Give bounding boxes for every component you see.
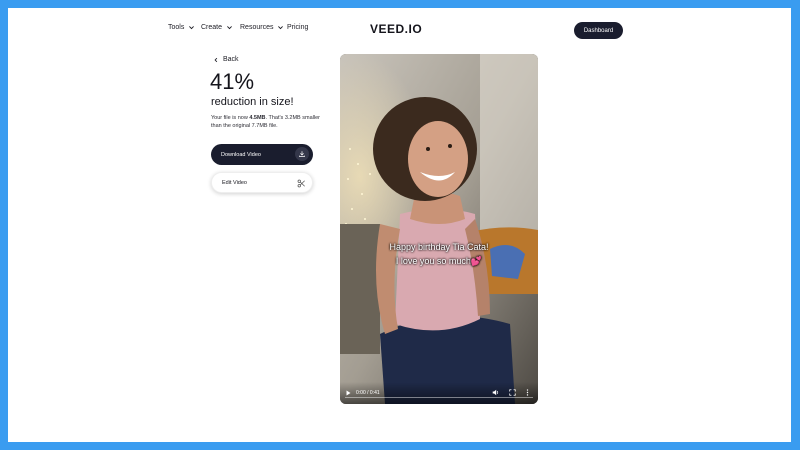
new-size: 4.5MB <box>249 115 266 121</box>
caption-line-2-text: I love you so much <box>395 256 471 266</box>
caption-line-2: I love you so much💕 <box>340 256 538 267</box>
page: Tools Create Resources Pricing VEED.IO D… <box>8 8 791 442</box>
video-progress-track[interactable] <box>345 396 533 398</box>
chevron-down-icon <box>227 26 232 30</box>
reduction-percent: 41% <box>210 69 255 94</box>
nav-resources[interactable]: Resources <box>240 24 284 31</box>
caption-line-1: Happy birthday Tia Cata! <box>389 242 489 252</box>
reduction-subtitle: reduction in size! <box>211 96 294 108</box>
nav-pricing[interactable]: Pricing <box>287 24 308 31</box>
nav-tools[interactable]: Tools <box>168 24 195 31</box>
fullscreen-icon[interactable] <box>509 389 516 396</box>
scissors-icon <box>294 176 308 190</box>
more-vertical-icon[interactable] <box>526 389 529 396</box>
nav-create[interactable]: Create <box>201 24 233 31</box>
nav-tools-label: Tools <box>168 24 185 31</box>
edit-video-label: Edit Video <box>222 179 247 186</box>
video-controls: 0:00 / 0:41 <box>340 382 538 404</box>
volume-icon[interactable] <box>492 389 499 396</box>
chevron-down-icon <box>189 26 195 30</box>
nav-pricing-label: Pricing <box>287 24 309 31</box>
back-label: Back <box>223 56 239 63</box>
desc-prefix: Your file is now <box>211 115 250 121</box>
video-frame-image <box>340 54 538 404</box>
top-nav: Tools Create Resources Pricing VEED.IO D… <box>8 19 791 39</box>
heart-emoji: 💕 <box>470 256 483 266</box>
nav-resources-label: Resources <box>240 24 274 31</box>
size-description: Your file is now 4.5MB. That's 3.2MB sma… <box>211 114 321 130</box>
video-time: 0:00 / 0:41 <box>356 390 380 396</box>
video-player[interactable]: Happy birthday Tia Cata! I love you so m… <box>340 54 538 404</box>
chevron-left-icon <box>214 57 218 62</box>
play-icon[interactable] <box>346 390 351 396</box>
download-video-button[interactable]: Download Video <box>211 144 313 165</box>
edit-video-button[interactable]: Edit Video <box>211 172 313 193</box>
nav-create-label: Create <box>201 24 223 31</box>
download-video-label: Download Video <box>221 151 261 158</box>
dashboard-button[interactable]: Dashboard <box>574 22 623 39</box>
back-link[interactable]: Back <box>213 56 239 63</box>
veed-logo[interactable]: VEED.IO <box>370 22 422 36</box>
chevron-down-icon <box>278 26 284 30</box>
download-icon <box>295 147 309 161</box>
